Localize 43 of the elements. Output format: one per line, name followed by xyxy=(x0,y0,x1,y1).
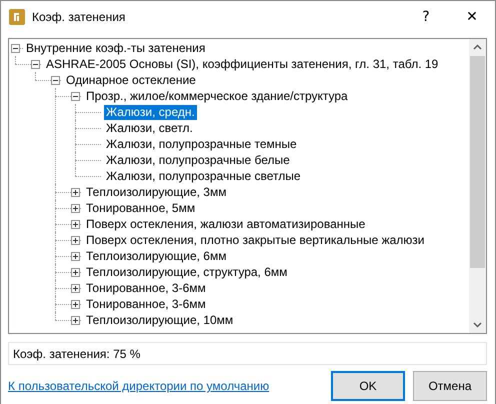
scroll-thumb[interactable] xyxy=(470,56,485,268)
scrollbar[interactable] xyxy=(469,39,486,333)
collapse-icon[interactable] xyxy=(31,60,40,68)
help-button[interactable]: ? xyxy=(403,1,449,32)
tree-item[interactable]: Одинарное остекление xyxy=(64,72,198,88)
tree-item[interactable]: ASHRAE-2005 Основы (SI), коэффициенты затенения, гл. 31, табл. 19 xyxy=(44,56,440,72)
expand-icon[interactable] xyxy=(71,220,80,228)
default-directory-link[interactable]: К пользовательской директории по умолчанию xyxy=(8,379,270,393)
tree-item[interactable]: Теплоизолирующие, структура, 6мм xyxy=(84,264,290,280)
expand-icon[interactable] xyxy=(71,300,80,308)
tree-item[interactable]: Поверх остекления, жалюзи автоматизированные xyxy=(84,216,368,232)
expand-icon[interactable] xyxy=(71,284,80,292)
tree-item[interactable]: Жалюзи, полупрозрачные светлые xyxy=(104,168,303,184)
tree-item[interactable]: Жалюзи, средн. xyxy=(104,104,197,120)
tree-item[interactable]: Прозр., жилое/коммерческое здание/структура xyxy=(84,88,350,104)
tree-item[interactable]: Теплоизолирующие, 3мм xyxy=(84,184,228,200)
tree-item[interactable]: Теплоизолирующие, 10мм xyxy=(84,312,236,328)
tree-item[interactable]: Жалюзи, полупрозрачные белые xyxy=(104,152,292,168)
expand-icon[interactable] xyxy=(71,268,80,276)
scroll-down-icon[interactable] xyxy=(473,322,482,328)
expand-icon[interactable] xyxy=(71,204,80,212)
tree-item[interactable]: Поверх остекления, плотно закрытые вертикальные жалюзи xyxy=(84,232,427,248)
expand-icon[interactable] xyxy=(71,188,80,196)
window-title: Коэф. затенения xyxy=(32,10,126,24)
collapse-icon[interactable] xyxy=(51,76,60,84)
dialog-button[interactable]: Отмена xyxy=(413,371,487,401)
tree-item[interactable]: Тонированное, 5мм xyxy=(84,200,198,216)
tree-item[interactable]: Теплоизолирующие, 6мм xyxy=(84,248,228,264)
tree-item[interactable]: Тонированное, 3-6мм xyxy=(84,280,208,296)
collapse-icon[interactable] xyxy=(11,44,20,52)
tree-item[interactable]: Внутренние коэф.-ты затенения xyxy=(24,40,208,56)
close-button[interactable]: ✕ xyxy=(449,1,495,32)
tree-item[interactable]: Тонированное, 3-6мм xyxy=(84,296,208,312)
expand-icon[interactable] xyxy=(71,252,80,260)
tree-item[interactable]: Жалюзи, полупрозрачные темные xyxy=(104,136,299,152)
collapse-icon[interactable] xyxy=(71,92,80,100)
scroll-up-icon[interactable] xyxy=(473,44,482,50)
app-icon xyxy=(9,8,25,24)
status-field: Коэф. затенения: 75 % xyxy=(8,342,487,365)
expand-icon[interactable] xyxy=(71,236,80,244)
tree-item[interactable]: Жалюзи, светл. xyxy=(104,120,195,136)
expand-icon[interactable] xyxy=(71,316,80,324)
dialog-button[interactable]: OK xyxy=(331,371,405,401)
